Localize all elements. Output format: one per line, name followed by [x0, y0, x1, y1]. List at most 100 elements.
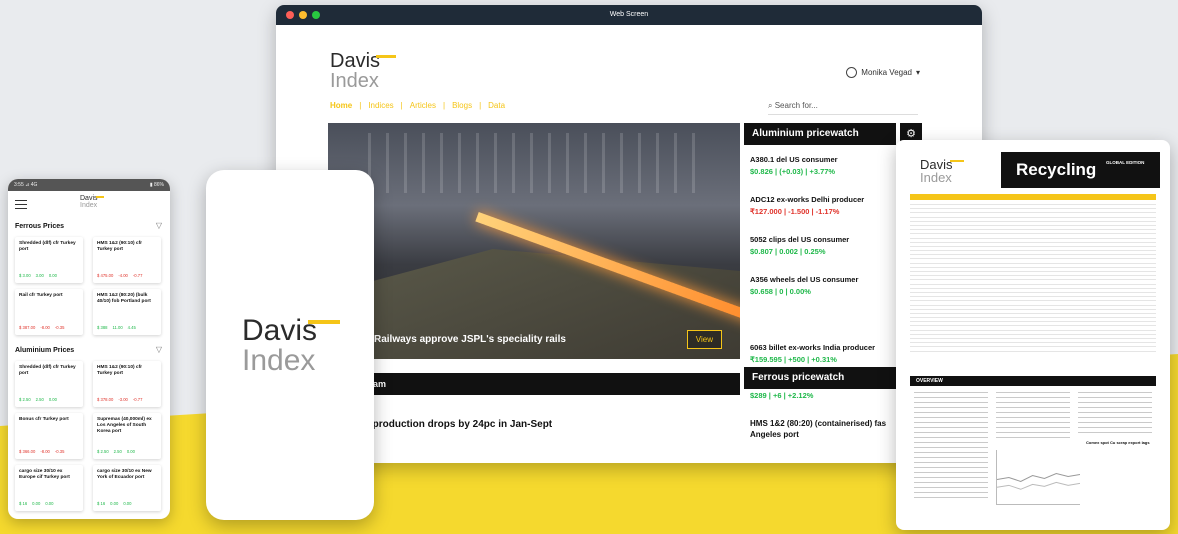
card-v1: $ 16	[97, 501, 106, 506]
nav-separator: |	[442, 101, 446, 110]
davis-index-logo-small[interactable]: Davis Index	[80, 195, 104, 209]
table-row	[910, 290, 1156, 293]
table-row	[910, 248, 1156, 252]
price-card[interactable]: Supremas (40,000ml) ex Los Angeles of So…	[93, 413, 161, 459]
logo-accent-bar	[950, 160, 964, 162]
price-name: ADC12 ex-works Delhi producer	[750, 195, 865, 204]
card-values: $ 387.00 -8.00 -0.35	[19, 325, 64, 330]
logo-accent-bar	[376, 55, 396, 58]
card-v1: $ 2.50	[97, 449, 109, 454]
price-item[interactable]: 5052 clips del US consumer $0.807 | 0.00…	[750, 235, 849, 256]
card-name: Bonus cfr Turkey port	[19, 417, 69, 422]
table-row	[910, 231, 1156, 235]
price-card[interactable]: Shredded (dlf) cfr Turkey port $ 3.00 3.0…	[15, 237, 83, 283]
table-row	[910, 202, 1156, 205]
price-card[interactable]: Rail cfr Turkey port $ 387.00 -8.00 -0.35	[15, 289, 83, 335]
card-v2: 0.00	[32, 501, 41, 506]
ferrous-price-name[interactable]: HMS 1&2 (80:20) (containerised) fas Ange…	[750, 418, 910, 440]
price-item[interactable]: 6063 billet ex-works India producer ₹159…	[750, 343, 875, 364]
card-name: HMS 1&2 (90:10) cfr Turkey port	[97, 365, 143, 376]
card-v1: $ 387.00	[19, 325, 36, 330]
table-row	[910, 252, 1156, 256]
view-button[interactable]: View	[686, 330, 722, 349]
maximize-window-icon[interactable]	[312, 11, 320, 19]
overview-text-column	[914, 392, 988, 502]
nav-item-articles[interactable]: Articles	[410, 101, 436, 110]
card-name: cargo size 30/10 ex Europe cif Turkey po…	[19, 469, 70, 480]
price-card[interactable]: HMS 1&2 (90:10) cfr Turkey port $ 378.00…	[93, 361, 161, 407]
card-values: $ 2.50 2.50 0.00	[97, 449, 135, 454]
logo-line2: Index	[80, 202, 98, 209]
mobile-app-phone: 3:55 ⊿ 4G ▮ 86% Davis Index Ferrous Pric…	[8, 179, 170, 519]
status-left: 3:55 ⊿ 4G	[14, 182, 38, 188]
card-values: $ 475.00 -4.00 -0.77	[97, 273, 142, 278]
search-input[interactable]: ⌕ Search for...	[768, 101, 918, 115]
card-v2: -4.00	[118, 273, 128, 278]
table-row	[910, 240, 1156, 243]
close-window-icon[interactable]	[286, 11, 294, 19]
minimize-window-icon[interactable]	[299, 11, 307, 19]
hamburger-menu-icon[interactable]	[15, 200, 27, 209]
card-values: $ 366.00 -8.00 -0.35	[19, 449, 64, 454]
story-headline[interactable]: r production drops by 24pc in Jan-Sept	[366, 419, 552, 430]
price-card[interactable]: cargo size 30/10 ex New York of Ecuador …	[93, 465, 161, 511]
logo-accent-bar	[96, 196, 104, 198]
price-card[interactable]: HMS 1&2 (80:20) (bulk 40/10) fob Portlan…	[93, 289, 161, 335]
card-v2: 2.50	[35, 397, 44, 402]
mobile-header: Davis Index	[8, 191, 170, 213]
search-placeholder: Search for...	[774, 101, 818, 110]
table-row	[910, 256, 1156, 260]
table-row	[910, 269, 1156, 272]
table-row	[910, 286, 1156, 289]
price-value: $0.658 | 0 | 0.00%	[750, 287, 811, 296]
price-card[interactable]: Bonus cfr Turkey port $ 366.00 -8.00 -0.35	[15, 413, 83, 459]
ferrous-price-value: $289 | +6 | +2.12%	[750, 391, 814, 400]
card-v3: 0.00	[48, 397, 57, 402]
table-row	[910, 323, 1156, 327]
table-row	[910, 328, 1156, 331]
davis-index-logo[interactable]: Davis Index	[330, 51, 396, 92]
logo-line1: Davis	[80, 195, 98, 202]
card-v1: $ 475.00	[97, 273, 114, 278]
report-mini-chart	[996, 450, 1081, 505]
hero-banner-image[interactable]: Railways approve JSPL's speciality rails…	[328, 123, 740, 359]
mobile-splash-phone: Davis Index	[206, 170, 374, 520]
table-row	[910, 340, 1156, 344]
card-values: $ 3.00 3.00 0.00	[19, 273, 57, 278]
table-row	[910, 319, 1156, 323]
price-value: ₹159.595 | +500 | +0.31%	[750, 355, 837, 364]
nav-separator: |	[400, 101, 403, 110]
table-row	[910, 244, 1156, 247]
price-card[interactable]: Shredded (dlf) cfr Turkey port $ 2.50 2.5…	[15, 361, 83, 407]
nav-item-data[interactable]: Data	[488, 101, 505, 110]
filter-icon[interactable]: ▽	[156, 221, 162, 230]
nav-item-blogs[interactable]: Blogs	[452, 101, 472, 110]
logo-line1: Davis	[242, 314, 318, 347]
table-row	[910, 332, 1156, 335]
card-name: cargo size 30/10 ex New York of Ecuador …	[97, 469, 152, 480]
price-card[interactable]: HMS 1&2 (90:10) cfr Turkey port $ 475.00…	[93, 237, 161, 283]
logo-line2: Index	[242, 344, 316, 377]
card-v2: 0.00	[110, 501, 119, 506]
report-price-table	[910, 194, 1156, 353]
logo-line2: Index	[330, 70, 379, 92]
overview-text-column	[996, 392, 1070, 442]
overview-text-column	[1078, 392, 1152, 434]
table-row	[910, 219, 1156, 222]
price-item[interactable]: A380.1 del US consumer $0.826 | (+0.03) …	[750, 155, 838, 176]
price-item[interactable]: ADC12 ex-works Delhi producer ₹127.000 |…	[750, 195, 864, 216]
table-row	[910, 265, 1156, 268]
davis-index-logo-splash: Davis Index	[242, 314, 340, 377]
price-value: $0.826 | (+0.03) | +3.77%	[750, 167, 836, 176]
price-card[interactable]: cargo size 30/10 ex Europe cif Turkey po…	[15, 465, 83, 511]
status-right: ▮ 86%	[149, 182, 164, 188]
nav-item-indices[interactable]: Indices	[368, 101, 393, 110]
table-row	[910, 303, 1156, 306]
filter-icon[interactable]: ▽	[156, 345, 162, 354]
price-item[interactable]: A356 wheels del US consumer $0.658 | 0 |…	[750, 275, 858, 296]
card-v3: 0.00	[126, 449, 135, 454]
card-name: Shredded (dlf) cfr Turkey port	[19, 365, 76, 376]
table-row	[910, 307, 1156, 310]
nav-item-home[interactable]: Home	[330, 101, 352, 110]
user-menu[interactable]: Monika Vegad ▾	[846, 67, 920, 78]
